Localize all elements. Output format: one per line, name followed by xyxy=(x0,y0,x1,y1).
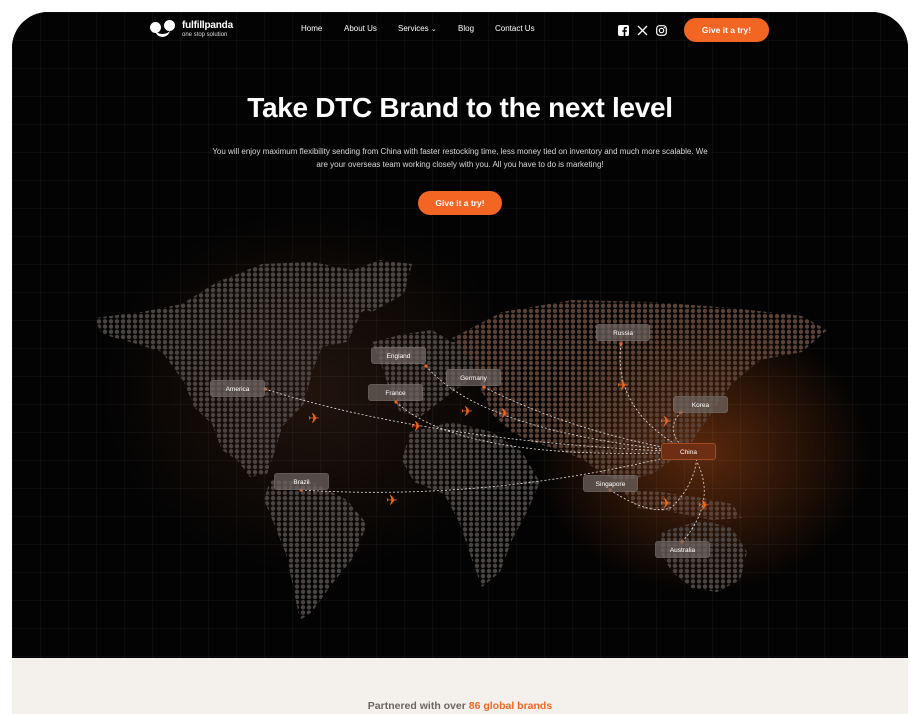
partners-count: 86 global brands xyxy=(468,700,553,712)
location-label-russia: Russia xyxy=(596,324,650,341)
location-label-brazil: Brazil xyxy=(274,473,329,490)
hero-subtitle: You will enjoy maximum flexibility sendi… xyxy=(212,147,708,169)
plane-icon: ✈ xyxy=(498,405,510,421)
give-it-a-try-header-button[interactable]: Give it a try! xyxy=(684,18,769,42)
continent-greenland xyxy=(342,260,412,312)
location-label-germany: Germany xyxy=(446,369,501,386)
facebook-icon[interactable] xyxy=(618,25,629,36)
plane-icon: ✈ xyxy=(461,403,473,419)
location-label-singapore: Singapore xyxy=(583,475,638,492)
plane-icon: ✈ xyxy=(660,495,672,511)
hero-section: ✈ ✈ ✈ ✈ ✈ ✈ ✈ ✈ ✈ fulfillpanda one stop … xyxy=(12,12,908,658)
location-label-france: France xyxy=(368,384,423,401)
panda-logo-icon xyxy=(150,20,176,38)
location-label-america: America xyxy=(210,380,265,397)
give-it-a-try-hero-button[interactable]: Give it a try! xyxy=(418,191,502,215)
nav-blog[interactable]: Blog xyxy=(458,24,474,33)
location-label-korea: Korea xyxy=(673,396,728,413)
partners-section: Partnered with over 86 global brands xyxy=(12,658,908,714)
plane-icon: ✈ xyxy=(617,377,629,393)
plane-icon: ✈ xyxy=(386,492,398,508)
plane-icon: ✈ xyxy=(308,410,320,426)
plane-icon: ✈ xyxy=(411,418,423,434)
nav-about-us[interactable]: About Us xyxy=(344,24,377,33)
location-label-china: China xyxy=(661,443,716,460)
plane-icon: ✈ xyxy=(660,413,672,429)
page-frame: ✈ ✈ ✈ ✈ ✈ ✈ ✈ ✈ ✈ fulfillpanda one stop … xyxy=(12,12,908,714)
instagram-icon[interactable] xyxy=(656,25,667,36)
nav-contact-us[interactable]: Contact Us xyxy=(495,24,535,33)
x-icon[interactable] xyxy=(637,25,648,36)
nav-home[interactable]: Home xyxy=(301,24,322,33)
continent-southeast-asia xyxy=(622,490,742,520)
partners-prefix: Partnered with over xyxy=(367,700,469,712)
logo-name: fulfillpanda xyxy=(182,19,233,31)
plane-icon: ✈ xyxy=(698,497,710,513)
partners-heading: Partnered with over 86 global brands xyxy=(12,700,908,712)
continent-south-america xyxy=(264,480,367,620)
hero-title: Take DTC Brand to the next level xyxy=(247,92,673,123)
location-label-australia: Australia xyxy=(655,541,710,558)
nav-services[interactable]: Services ⌄ xyxy=(398,24,437,33)
chevron-down-icon: ⌄ xyxy=(430,26,437,33)
location-label-england: England xyxy=(371,347,426,364)
logo-tagline: one stop solution xyxy=(182,31,228,38)
logo[interactable]: fulfillpanda one stop solution xyxy=(150,20,233,38)
nav-services-label: Services xyxy=(398,24,429,33)
